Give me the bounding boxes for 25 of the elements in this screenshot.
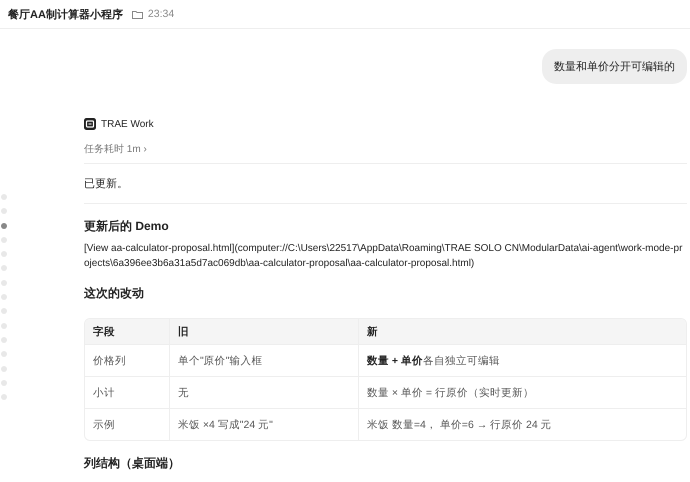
window-title: 餐厅AA制计算器小程序 <box>8 8 123 22</box>
table-cell: 单个"原价"输入框 <box>169 345 358 376</box>
table-cell: 数量 + 单价各自独立可编辑 <box>358 345 686 376</box>
timestamp: 23:34 <box>148 8 174 20</box>
section-heading: 更新后的 Demo <box>84 218 170 235</box>
agent-name: TRAE Work <box>101 118 154 130</box>
nav-dot[interactable] <box>1 222 7 229</box>
table-cell-text: 价格列 <box>92 354 127 368</box>
link-text: [View aa-calculator-proposal.html](computer://C:\Users\22517\AppData\Roaming\TRAE SOLO CN\ModularData\ai-agent\work-mode-projects\6a396ee3b6a31a5d7ac069db\aa-calculator-proposal\aa-calculator-proposal.html) <box>84 242 684 271</box>
table-cell: 无 <box>169 377 358 408</box>
column-header: 字段 <box>92 324 116 340</box>
task-duration-toggle[interactable]: 任务耗时 1m › <box>84 142 147 156</box>
table-cell: 数量 × 单价 = 行原价（实时更新） <box>358 377 686 408</box>
table-cell-text: 示例 <box>92 418 116 432</box>
section-heading: 列结构（桌面端） <box>84 455 181 472</box>
agent-icon <box>84 118 96 130</box>
folder-icon <box>132 10 143 18</box>
column-header: 新 <box>358 319 686 344</box>
column-header: 旧 <box>169 319 358 344</box>
table-cell-text: 小计 <box>92 386 116 400</box>
table-cell: 米饭 ×4 写成"24 元" <box>169 409 358 440</box>
section-heading: 这次的改动 <box>84 285 145 302</box>
user-message: 数量和单价分开可编辑的 <box>542 49 687 84</box>
status-text: 已更新。 <box>84 176 129 191</box>
table-cell: 米饭 数量=4， 单价=6 → 行原价 24 元 <box>358 409 686 440</box>
